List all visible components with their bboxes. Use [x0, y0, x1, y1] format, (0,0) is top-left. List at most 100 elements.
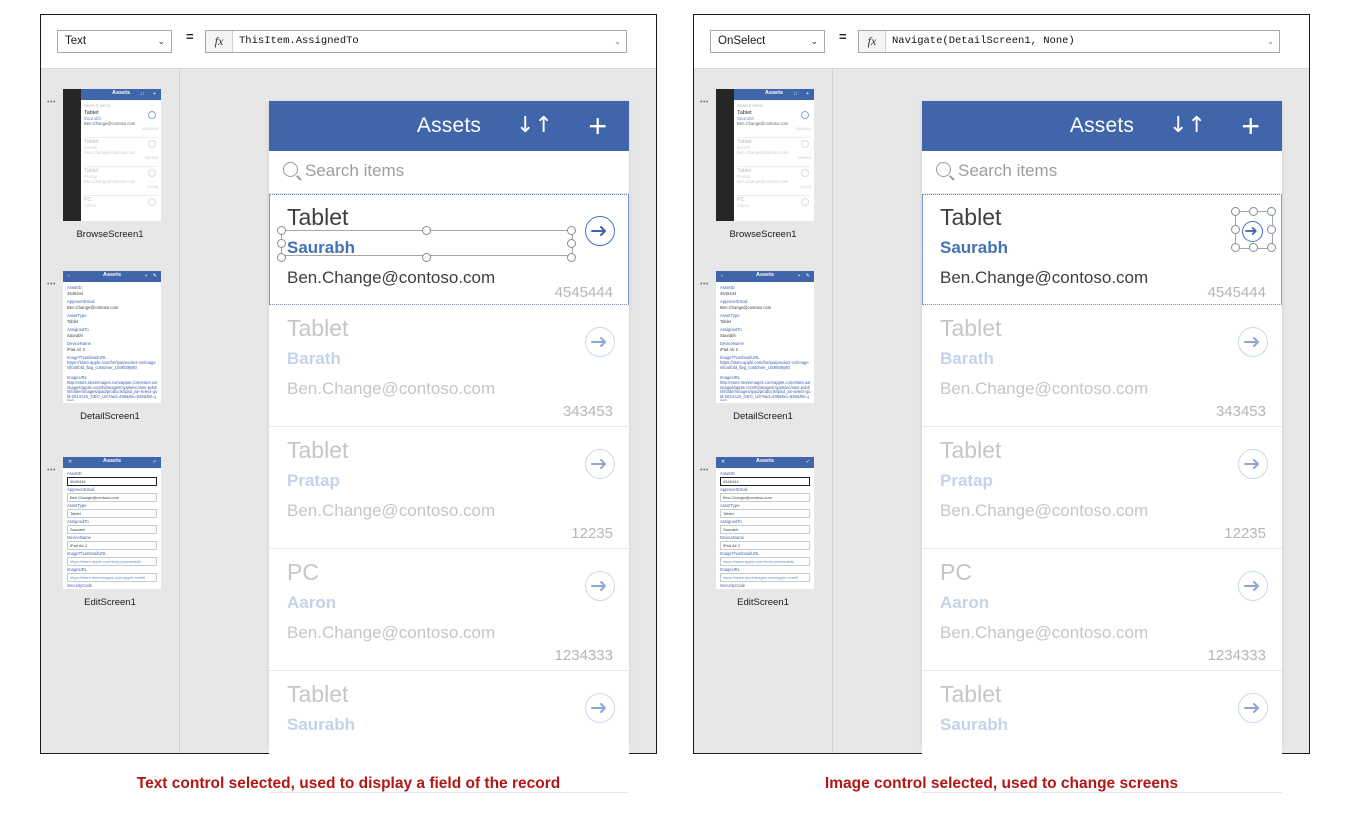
thumb-field-label: AssetID [67, 285, 82, 290]
resize-handle-e[interactable] [1267, 225, 1276, 234]
thumb-row-arrow-icon [801, 140, 809, 148]
gallery-item-selected[interactable]: Tablet Saurabh Ben.Change@contoso.com 45… [922, 194, 1282, 305]
gallery-item[interactable]: Tablet Pratap Ben.Change@contoso.com 122… [922, 427, 1282, 549]
gallery-item-assigned: Saurabh [940, 238, 1009, 257]
sort-icon[interactable]: ↓↑ [1169, 111, 1206, 141]
screen-more-icon[interactable]: ••• [47, 99, 56, 106]
screen-more-icon[interactable]: ••• [700, 467, 709, 474]
thumb-header-title: Assets [764, 90, 784, 96]
gallery-item[interactable]: PC Aaron Ben.Change@contoso.com 1234333 [269, 549, 629, 671]
gallery-item[interactable]: Tablet Barath Ben.Change@contoso.com 343… [922, 305, 1282, 427]
thumb-input: Ben.Change@contoso.com [720, 493, 810, 502]
resize-handle-s[interactable] [422, 253, 431, 262]
equals-sign-right: = [839, 29, 847, 44]
screen-more-icon[interactable]: ••• [700, 99, 709, 106]
gallery-item-title: Tablet [287, 204, 349, 230]
chevron-down-icon: ⌄ [157, 36, 165, 46]
navigate-arrow-icon[interactable] [1238, 571, 1268, 601]
app-title: Assets [416, 114, 482, 137]
formula-text-right: Navigate(DetailScreen1, None) [892, 35, 1075, 47]
panel-right: OnSelect ⌄ = fx Navigate(DetailScreen1, … [693, 14, 1310, 793]
thumb-add-icon: + [806, 91, 809, 97]
screen-more-icon[interactable]: ••• [700, 281, 709, 288]
thumb-row: Tablet Pratap Ben.Change@contoso.com 122… [84, 168, 158, 189]
thumb-edit-icon: ✎ [152, 273, 157, 279]
thumb-field-label: AssignedTo [67, 327, 89, 332]
resize-handle-e[interactable] [567, 239, 576, 248]
gallery-item-email: Ben.Change@contoso.com [940, 501, 1149, 520]
resize-handle-ne[interactable] [567, 226, 576, 235]
search-box-right[interactable]: Search items [922, 151, 1282, 194]
gallery-item-selected[interactable]: Tablet Saurabh Ben.Change@contoso.com 45… [269, 194, 629, 305]
add-icon[interactable]: + [588, 106, 607, 146]
gallery-item[interactable]: Tablet Pratap Ben.Change@contoso.com 122… [269, 427, 629, 549]
thumb-field-label: ImageURL [67, 375, 88, 380]
resize-handle-sw[interactable] [277, 253, 286, 262]
formula-input-left[interactable]: fx ThisItem.AssignedTo ⌄ [205, 30, 627, 53]
thumb-row-arrow-icon [148, 169, 156, 177]
thumb-header-title: Assets [102, 458, 122, 464]
thumb-separator [737, 137, 811, 138]
navigate-arrow-icon[interactable] [585, 327, 615, 357]
resize-handle-n[interactable] [422, 226, 431, 235]
formula-expand-chevron-icon[interactable]: ⌄ [1267, 31, 1274, 52]
thumb-row: Tablet Barath Ben.Change@contoso.com 343… [737, 139, 811, 160]
resize-handle-se[interactable] [567, 253, 576, 262]
thumb-field-value: iPad Air 2 [67, 347, 85, 352]
navigate-arrow-icon[interactable] [1238, 693, 1268, 723]
gallery-item[interactable]: Tablet Barath Ben.Change@contoso.com 343… [269, 305, 629, 427]
thumb-row: Tablet Saurabh Ben.Change@contoso.com 45… [84, 110, 158, 131]
thumb-input-value: https://store.apple.com/for/ip/products/… [723, 558, 795, 564]
resize-handle-nw[interactable] [1231, 207, 1240, 216]
navigate-arrow-icon[interactable] [585, 571, 615, 601]
screen-thumb-label: BrowseScreen1 [76, 229, 144, 240]
equals-sign-left: = [186, 29, 194, 44]
property-dropdown-right[interactable]: OnSelect ⌄ [710, 30, 825, 53]
thumb-field-value: http://store.storeimages.com/apple.com/s… [720, 381, 811, 401]
thumb-input-value: Saurabh [70, 526, 86, 532]
thumb-separator [737, 195, 811, 196]
gallery-right: Tablet Saurabh Ben.Change@contoso.com 45… [922, 194, 1282, 793]
thumb-field-label: SecurityCode [67, 583, 93, 588]
navigate-arrow-icon[interactable] [585, 449, 615, 479]
search-box-left[interactable]: Search items [269, 151, 629, 194]
thumb-input-value: Tablet [70, 510, 81, 516]
sort-icon[interactable]: ↓↑ [516, 111, 553, 141]
thumb-field-value: https://store.apple.com/for/ipa/product-… [67, 360, 156, 370]
add-icon[interactable]: + [1241, 106, 1260, 146]
resize-handle-n[interactable] [1249, 207, 1258, 216]
navigate-arrow-icon[interactable] [1242, 221, 1263, 242]
thumb-input-value: 4545444 [70, 478, 86, 484]
thumb-canvas-edit: Assets ✕ ✓ AssetID 4545444 ApproverEmail… [63, 457, 161, 589]
resize-handle-se[interactable] [1267, 243, 1276, 252]
resize-handle-s[interactable] [1249, 243, 1258, 252]
thumb-cancel-icon: ✕ [68, 459, 73, 465]
gallery-item[interactable]: PC Aaron Ben.Change@contoso.com 1234333 [922, 549, 1282, 671]
thumb-header-bar: Assets ↓↑ + [81, 89, 161, 100]
formula-bar-left: Text ⌄ = fx ThisItem.AssignedTo ⌄ [41, 15, 656, 69]
formula-expand-chevron-icon[interactable]: ⌄ [614, 31, 621, 52]
resize-handle-w[interactable] [1231, 225, 1240, 234]
resize-handle-ne[interactable] [1267, 207, 1276, 216]
thumb-field-value: Saurabh [67, 333, 83, 338]
gallery-item-assigned: Aaron [940, 593, 990, 612]
navigate-arrow-icon[interactable] [585, 693, 615, 723]
navigate-arrow-icon[interactable] [585, 216, 615, 246]
search-icon [936, 162, 951, 177]
formula-input-right[interactable]: fx Navigate(DetailScreen1, None) ⌄ [858, 30, 1280, 53]
thumb-field-label: DeviceName [67, 341, 91, 346]
navigate-arrow-icon[interactable] [1238, 327, 1268, 357]
gallery-item-title: Tablet [287, 437, 349, 463]
screen-more-icon[interactable]: ••• [47, 467, 56, 474]
thumb-header-bar: Assets ‹ ▪ ✎ [716, 271, 814, 282]
navigate-arrow-icon[interactable] [1238, 449, 1268, 479]
resize-handle-w[interactable] [277, 239, 286, 248]
screen-more-icon[interactable]: ••• [47, 281, 56, 288]
thumb-search: Search items [737, 103, 764, 108]
thumb-field-value: 4545444 [67, 291, 84, 296]
resize-handle-nw[interactable] [277, 226, 286, 235]
thumb-row-arrow-icon [801, 198, 809, 206]
resize-handle-sw[interactable] [1231, 243, 1240, 252]
property-dropdown-left[interactable]: Text ⌄ [57, 30, 172, 53]
app-header-left: Assets ↓↑ + [269, 101, 629, 151]
